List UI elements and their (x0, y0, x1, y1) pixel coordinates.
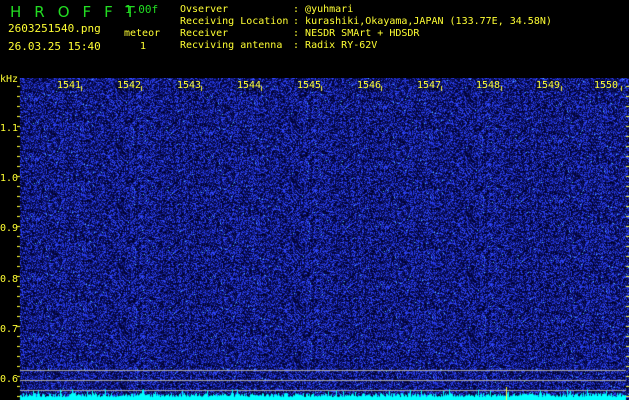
x-tick-label: 1544 (237, 80, 262, 91)
x-tick-label: 1541 (57, 80, 82, 91)
y-tick-label: 0.8 (0, 274, 19, 285)
x-tick-label: 1550 (594, 80, 619, 91)
info-value: : @yuhmari (293, 4, 354, 15)
info-label: Receiver (180, 28, 229, 39)
version-label: 1.00f (125, 3, 159, 16)
info-value: : kurashiki,Okayama,JAPAN (133.77E, 34.5… (293, 16, 552, 27)
meteor-label: meteor (124, 28, 161, 39)
info-label: Recviving antenna (180, 40, 283, 51)
info-label: Receiving Location (180, 16, 289, 27)
location: kurashiki,Okayama,JAPAN (133.77E, 34.58N… (305, 16, 552, 27)
x-tick-label: 1546 (357, 80, 382, 91)
meteor-count: 1 (140, 41, 147, 52)
datetime: 26.03.25 15:40 (8, 40, 101, 53)
receiver: NESDR SMArt + HDSDR (305, 28, 420, 39)
info-value: : NESDR SMArt + HDSDR (293, 28, 420, 39)
x-tick-label: 1543 (177, 80, 202, 91)
x-tick-label: 1545 (297, 80, 322, 91)
y-tick-label: 0.6 (0, 374, 19, 385)
y-tick-label: 1.0 (0, 173, 19, 184)
waterfall-spectrogram (17, 78, 629, 400)
x-tick-label: 1549 (536, 80, 561, 91)
filename: 2603251540.png (8, 22, 101, 35)
y-unit: kHz (0, 74, 19, 85)
x-tick-label: 1547 (417, 80, 442, 91)
observer: @yuhmari (305, 4, 354, 15)
y-tick-label: 0.7 (0, 324, 19, 335)
y-tick-label: 0.9 (0, 223, 19, 234)
x-tick-label: 1542 (117, 80, 142, 91)
antenna: Radix RY-62V (305, 40, 378, 51)
y-tick-label: 1.1 (0, 123, 19, 134)
info-value: : Radix RY-62V (293, 40, 378, 51)
x-tick-label: 1548 (476, 80, 501, 91)
info-label: Ovserver (180, 4, 229, 15)
